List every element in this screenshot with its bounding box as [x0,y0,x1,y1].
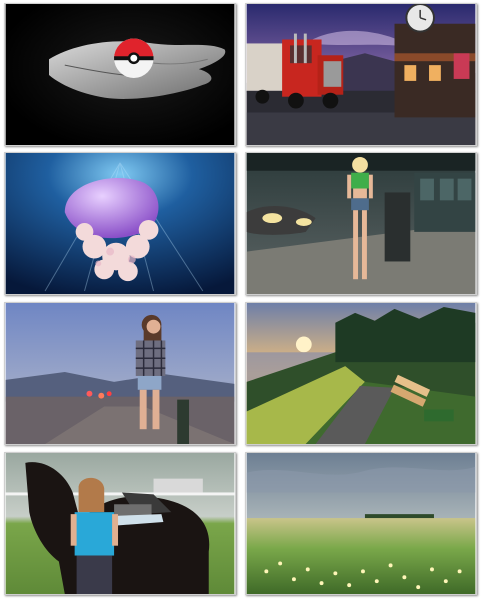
woman-garage-image [246,153,476,294]
thumbnail-woman-garage[interactable] [245,152,477,295]
thumbnail-jellyfish[interactable] [4,152,236,295]
meadow-image [246,453,476,594]
thumbnail-meadow[interactable] [245,452,477,595]
woman-plaid-image [5,303,235,444]
thumbnail-coastal-sunset[interactable] [245,302,477,445]
coastal-sunset-image [246,303,476,444]
woman-horse-image [5,453,235,594]
jellyfish-image [5,153,235,294]
thumbnail-red-truck[interactable] [245,3,477,146]
wallpaper-grid [0,0,481,600]
thumbnail-woman-plaid[interactable] [4,302,236,445]
thumbnail-woman-horse[interactable] [4,452,236,595]
thumbnail-pokeball-hand[interactable] [4,3,236,146]
red-truck-image [246,4,476,145]
pokeball-hand-image [5,4,235,145]
